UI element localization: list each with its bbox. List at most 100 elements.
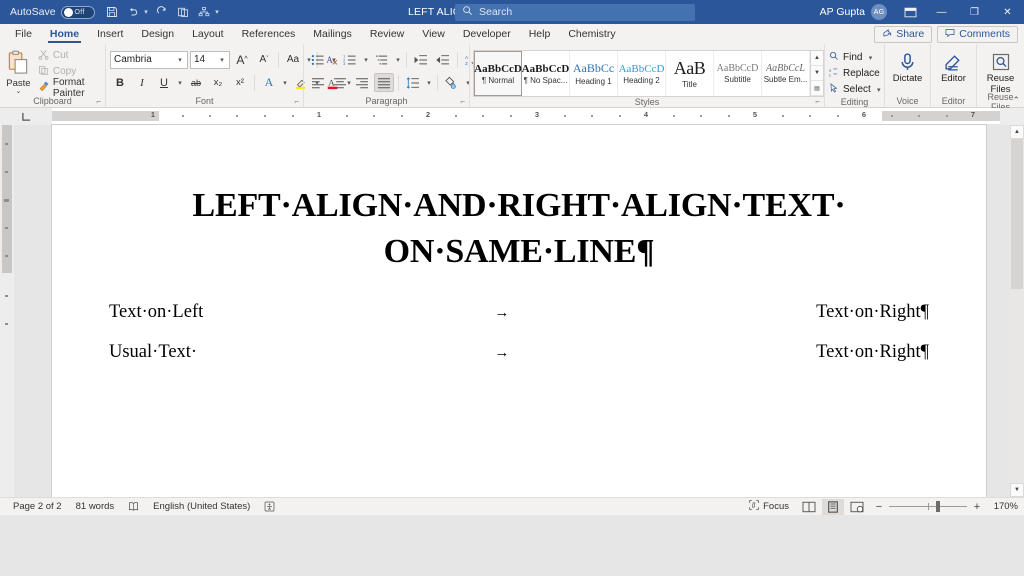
organization-chart-icon[interactable] <box>195 3 214 22</box>
save-icon[interactable] <box>103 3 122 22</box>
align-right-icon[interactable] <box>352 73 372 92</box>
editor-button[interactable]: Editor <box>935 50 972 84</box>
multilevel-dropdown-icon[interactable]: ▾ <box>394 56 402 64</box>
search-box[interactable]: Search <box>455 3 695 21</box>
replace-button[interactable]: ac Replace <box>829 66 880 81</box>
tab-design[interactable]: Design <box>132 24 183 44</box>
web-layout-button[interactable] <box>846 499 868 515</box>
collapse-ribbon-icon[interactable]: ⌃ <box>1012 95 1020 106</box>
minimize-button[interactable]: — <box>925 0 958 24</box>
style-subtitle[interactable]: AaBbCcD Subtitle <box>714 51 762 96</box>
numbering-dropdown-icon[interactable]: ▾ <box>362 56 370 64</box>
word-count[interactable]: 81 words <box>69 498 122 516</box>
undo-icon[interactable] <box>124 3 143 22</box>
vertical-ruler[interactable] <box>0 125 14 497</box>
bold-icon[interactable]: B <box>110 73 130 92</box>
line-spacing-dropdown-icon[interactable]: ▾ <box>425 79 433 87</box>
zoom-slider[interactable]: − + <box>874 501 982 513</box>
avatar[interactable]: AG <box>871 4 887 20</box>
font-dialog-launcher-icon[interactable]: ⌐ <box>294 97 299 106</box>
format-painter-button[interactable]: Format Painter <box>35 77 101 99</box>
bullets-dropdown-icon[interactable]: ▾ <box>330 56 338 64</box>
tab-layout[interactable]: Layout <box>183 24 233 44</box>
tab-chemistry[interactable]: Chemistry <box>559 24 624 44</box>
tab-home[interactable]: Home <box>41 24 88 44</box>
document-content[interactable]: LEFT·ALIGN·AND·RIGHT·ALIGN·TEXT· ON·SAME… <box>52 125 986 363</box>
zoom-level[interactable]: 170% <box>988 501 1018 512</box>
tab-review[interactable]: Review <box>361 24 413 44</box>
scroll-thumb[interactable] <box>1011 139 1023 289</box>
autosave-toggle[interactable]: AutoSave Off <box>10 5 95 19</box>
document-page[interactable]: LEFT·ALIGN·AND·RIGHT·ALIGN·TEXT· ON·SAME… <box>52 125 986 497</box>
font-name-dropdown-icon[interactable]: ▾ <box>176 56 184 64</box>
style-subtle-emphasis[interactable]: AaBbCcL Subtle Em... <box>762 51 810 96</box>
styles-dialog-launcher-icon[interactable]: ⌐ <box>815 97 820 106</box>
find-button[interactable]: Find ▾ <box>829 50 874 65</box>
styles-scroll-down-icon[interactable]: ▼ <box>811 66 823 81</box>
horizontal-ruler[interactable]: 1 1 2 3 4 5 6 7 <box>0 107 1024 125</box>
reuse-files-button[interactable]: Reuse Files <box>981 50 1020 95</box>
proofing-icon[interactable] <box>121 498 146 516</box>
customize-qat-icon[interactable]: ▾ <box>213 8 222 16</box>
tab-insert[interactable]: Insert <box>88 24 132 44</box>
tab-view[interactable]: View <box>413 24 454 44</box>
page-indicator[interactable]: Page 2 of 2 <box>6 498 69 516</box>
style-heading-2[interactable]: AaBbCcD Heading 2 <box>618 51 666 96</box>
strikethrough-icon[interactable]: ab <box>186 73 206 92</box>
italic-icon[interactable]: I <box>132 73 152 92</box>
multilevel-list-icon[interactable] <box>372 50 392 69</box>
superscript-icon[interactable]: x² <box>230 73 250 92</box>
subscript-icon[interactable]: x₂ <box>208 73 228 92</box>
tab-stop-icon[interactable] <box>0 107 52 125</box>
text-effects-dropdown-icon[interactable]: ▾ <box>281 79 289 87</box>
justify-icon[interactable] <box>374 73 394 92</box>
font-size-input[interactable]: 14 ▾ <box>190 50 230 69</box>
font-size-dropdown-icon[interactable]: ▾ <box>218 56 226 64</box>
underline-dropdown-icon[interactable]: ▾ <box>176 79 184 87</box>
numbering-icon[interactable]: 123 <box>340 50 360 69</box>
find-dropdown-icon[interactable]: ▾ <box>866 54 874 62</box>
decrease-indent-icon[interactable] <box>411 50 431 69</box>
select-button[interactable]: Select ▾ <box>829 82 883 97</box>
underline-icon[interactable]: U <box>154 73 174 92</box>
account-info[interactable]: AP Gupta AG <box>820 4 887 20</box>
styles-scroll-up-icon[interactable]: ▲ <box>811 51 823 66</box>
style-heading-1[interactable]: AaBbCc Heading 1 <box>570 51 618 96</box>
share-button[interactable]: Share <box>874 25 933 43</box>
shading-icon[interactable] <box>442 73 462 92</box>
restore-button[interactable]: ❐ <box>958 0 991 24</box>
zoom-handle[interactable] <box>936 501 940 512</box>
zoom-track[interactable] <box>889 501 967 512</box>
autosave-switch[interactable]: Off <box>60 5 95 19</box>
repeat-icon[interactable] <box>174 3 193 22</box>
select-dropdown-icon[interactable]: ▾ <box>875 86 883 94</box>
tab-developer[interactable]: Developer <box>454 24 520 44</box>
focus-button[interactable]: Focus <box>742 498 796 516</box>
vertical-scrollbar[interactable]: ▲ ▼ <box>1010 125 1024 497</box>
text-effects-icon[interactable]: A <box>259 73 279 92</box>
style-title[interactable]: AaB Title <box>666 51 714 96</box>
clipboard-dialog-launcher-icon[interactable]: ⌐ <box>96 97 101 106</box>
scroll-up-icon[interactable]: ▲ <box>1010 125 1024 139</box>
style-normal[interactable]: AaBbCcD ¶ Normal <box>474 51 522 96</box>
ruler-track[interactable]: 1 1 2 3 4 5 6 7 <box>52 110 1000 122</box>
font-name-input[interactable]: Cambria ▾ <box>110 50 188 69</box>
cut-button[interactable]: Cut <box>35 48 101 63</box>
comments-button[interactable]: Comments <box>937 25 1018 43</box>
tab-mailings[interactable]: Mailings <box>304 24 361 44</box>
increase-indent-icon[interactable] <box>433 50 453 69</box>
dictate-button[interactable]: Dictate <box>889 50 926 84</box>
grow-font-icon[interactable]: A ^ <box>232 50 252 69</box>
print-layout-button[interactable] <box>822 498 844 515</box>
paragraph-dialog-launcher-icon[interactable]: ⌐ <box>460 97 465 106</box>
style-no-spacing[interactable]: AaBbCcD ¶ No Spac... <box>522 51 570 96</box>
change-case-icon[interactable]: Aa <box>283 50 303 69</box>
align-left-icon[interactable] <box>308 73 328 92</box>
tab-help[interactable]: Help <box>520 24 560 44</box>
tab-references[interactable]: References <box>233 24 305 44</box>
scroll-track[interactable] <box>1010 139 1024 483</box>
redo-icon[interactable] <box>153 3 172 22</box>
language-indicator[interactable]: English (United States) <box>146 498 257 516</box>
line-spacing-icon[interactable] <box>403 73 423 92</box>
read-mode-button[interactable] <box>798 499 820 515</box>
